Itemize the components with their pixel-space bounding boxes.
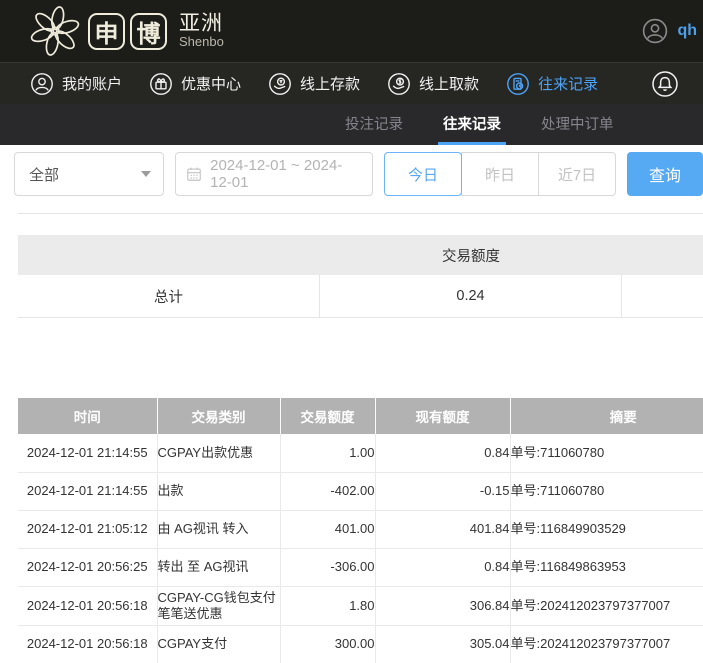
username-label[interactable]: qh — [677, 22, 697, 40]
table-cell: 401.84 — [375, 510, 510, 548]
table-cell: 2024-12-01 20:56:18 — [18, 625, 157, 663]
gift-icon — [149, 72, 173, 96]
main-nav: 我的账户 优惠中心 线上存款 — [0, 62, 703, 104]
summary-total-value: 0.24 — [320, 275, 622, 317]
table-cell: 1.00 — [280, 434, 375, 472]
nav-item-label: 线上存款 — [300, 73, 360, 94]
search-button[interactable]: 查询 — [627, 152, 703, 196]
section-divider — [18, 213, 703, 214]
sub-nav: 投注记录 往来记录 处理中订单 — [0, 104, 703, 145]
date-range-value: 2024-12-01 ~ 2024-12-01 — [210, 157, 362, 191]
table-cell: 单号:711060780 — [510, 472, 703, 510]
brand-char-box: 申 — [88, 13, 125, 50]
calendar-icon — [186, 165, 202, 183]
records-icon — [506, 72, 530, 96]
nav-item-label: 往来记录 — [538, 73, 598, 94]
table-cell: CGPAY出款优惠 — [157, 434, 280, 472]
bell-icon — [651, 70, 679, 98]
table-cell: 出款 — [157, 472, 280, 510]
transactions-tbody: 2024-12-01 21:14:55CGPAY出款优惠1.000.84单号:7… — [18, 434, 703, 663]
brand-char-box: 博 — [130, 13, 167, 50]
column-header-summary: 摘要 — [510, 398, 703, 434]
tab-betting-records[interactable]: 投注记录 — [340, 104, 408, 145]
avatar-icon[interactable] — [642, 18, 668, 44]
table-cell: CGPAY-CG钱包支付笔笔送优惠 — [157, 586, 280, 625]
yesterday-button[interactable]: 昨日 — [461, 152, 539, 196]
filter-row: 全部 2024-12-01 ~ 2024-12-01 今日 昨日 近7日 查询 — [14, 152, 703, 196]
nav-item-online-withdraw[interactable]: 线上取款 — [387, 72, 479, 96]
summary-total-label: 总计 — [18, 275, 320, 317]
summary-header-label: 交易额度 — [320, 245, 622, 266]
table-cell: 0.84 — [375, 548, 510, 586]
nav-notifications[interactable] — [651, 70, 679, 98]
brand-flower-icon — [28, 4, 82, 58]
table-cell: 单号:711060780 — [510, 434, 703, 472]
table-cell: 由 AG视讯 转入 — [157, 510, 280, 548]
table-row: 2024-12-01 21:05:12由 AG视讯 转入401.00401.84… — [18, 510, 703, 548]
nav-item-transaction-records[interactable]: 往来记录 — [506, 72, 598, 96]
nav-item-label: 优惠中心 — [181, 73, 241, 94]
brand-subtitle: Shenbo — [179, 35, 224, 49]
nav-item-my-account[interactable]: 我的账户 — [30, 72, 122, 96]
brand-logo[interactable]: 申 博 亚洲 Shenbo — [88, 13, 224, 50]
nav-item-promo-center[interactable]: 优惠中心 — [149, 72, 241, 96]
nav-item-online-deposit[interactable]: 线上存款 — [268, 72, 360, 96]
table-cell: -0.15 — [375, 472, 510, 510]
table-row: 2024-12-01 21:14:55出款-402.00-0.15单号:7110… — [18, 472, 703, 510]
nav-item-label: 线上取款 — [419, 73, 479, 94]
tab-transaction-records[interactable]: 往来记录 — [438, 104, 506, 145]
summary-total-row: 总计 0.24 — [18, 275, 703, 318]
table-cell: 单号:116849863953 — [510, 548, 703, 586]
summary-empty-cell — [622, 275, 703, 317]
date-range-input[interactable]: 2024-12-01 ~ 2024-12-01 — [175, 152, 373, 196]
table-cell: 0.84 — [375, 434, 510, 472]
summary-header-row: 交易额度 — [18, 235, 703, 275]
table-cell: 单号:116849903529 — [510, 510, 703, 548]
table-cell: 转出 至 AG视讯 — [157, 548, 280, 586]
column-header-type: 交易类别 — [157, 398, 280, 434]
transactions-section: 时间 交易类别 交易额度 现有额度 摘要 2024-12-01 21:14:55… — [18, 398, 703, 663]
table-cell: 305.04 — [375, 625, 510, 663]
column-header-balance: 现有额度 — [375, 398, 510, 434]
table-cell: 2024-12-01 21:05:12 — [18, 510, 157, 548]
type-select-value: 全部 — [29, 164, 59, 185]
table-row: 2024-12-01 20:56:18CGPAY-CG钱包支付笔笔送优惠1.80… — [18, 586, 703, 625]
table-cell: 401.00 — [280, 510, 375, 548]
user-icon — [30, 72, 54, 96]
column-header-time: 时间 — [18, 398, 157, 434]
table-cell: CGPAY支付 — [157, 625, 280, 663]
table-header-row: 时间 交易类别 交易额度 现有额度 摘要 — [18, 398, 703, 434]
table-row: 2024-12-01 20:56:25转出 至 AG视讯-306.000.84单… — [18, 548, 703, 586]
table-cell: -306.00 — [280, 548, 375, 586]
last7days-button[interactable]: 近7日 — [538, 152, 616, 196]
table-cell: 306.84 — [375, 586, 510, 625]
quick-range-group: 今日 昨日 近7日 — [384, 152, 616, 196]
today-button[interactable]: 今日 — [384, 152, 462, 196]
withdraw-icon — [387, 72, 411, 96]
type-select[interactable]: 全部 — [14, 152, 164, 196]
top-header: 申 博 亚洲 Shenbo qh — [0, 0, 703, 62]
column-header-amount: 交易额度 — [280, 398, 375, 434]
table-cell: 2024-12-01 20:56:25 — [18, 548, 157, 586]
table-cell: -402.00 — [280, 472, 375, 510]
table-cell: 2024-12-01 21:14:55 — [18, 472, 157, 510]
table-cell: 2024-12-01 21:14:55 — [18, 434, 157, 472]
table-cell: 300.00 — [280, 625, 375, 663]
transactions-table: 时间 交易类别 交易额度 现有额度 摘要 2024-12-01 21:14:55… — [18, 398, 703, 663]
nav-item-label: 我的账户 — [62, 73, 122, 94]
tab-processing-orders[interactable]: 处理中订单 — [536, 104, 619, 145]
deposit-icon — [268, 72, 292, 96]
table-cell: 单号:202412023797377007 — [510, 586, 703, 625]
table-cell: 单号:202412023797377007 — [510, 625, 703, 663]
chevron-down-icon — [141, 171, 151, 177]
brand-region: 亚洲 — [179, 13, 224, 35]
summary-table: 交易额度 总计 0.24 — [18, 235, 703, 318]
table-row: 2024-12-01 20:56:18CGPAY支付300.00305.04单号… — [18, 625, 703, 663]
table-cell: 1.80 — [280, 586, 375, 625]
table-cell: 2024-12-01 20:56:18 — [18, 586, 157, 625]
table-row: 2024-12-01 21:14:55CGPAY出款优惠1.000.84单号:7… — [18, 434, 703, 472]
